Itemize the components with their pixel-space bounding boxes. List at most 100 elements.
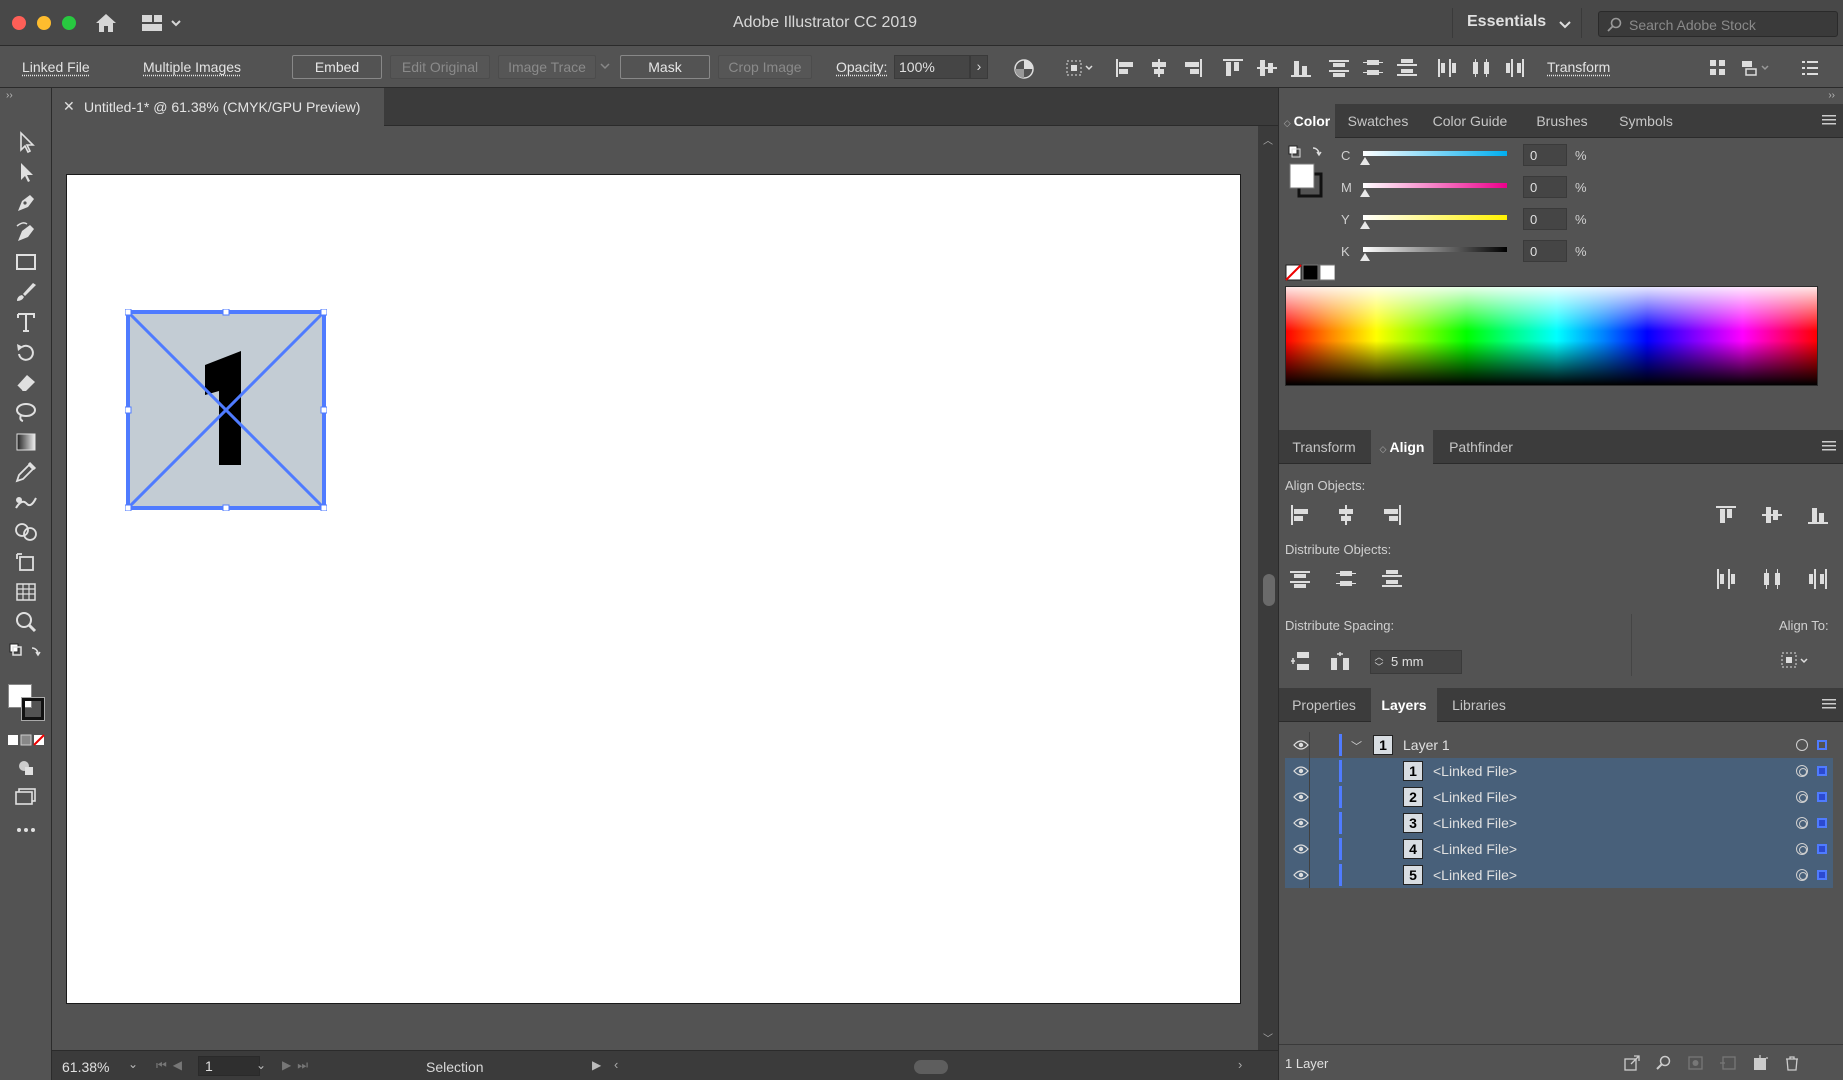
type-tool-icon[interactable] <box>13 310 39 334</box>
cyan-slider[interactable] <box>1363 151 1507 156</box>
magenta-slider[interactable] <box>1363 183 1507 188</box>
horizontal-scroll-thumb[interactable] <box>914 1060 948 1074</box>
transform-link[interactable]: Transform <box>1547 59 1610 75</box>
edit-toolbar-icon[interactable] <box>13 818 39 842</box>
item-selection-indicator[interactable] <box>1817 766 1827 776</box>
layer-row[interactable]: ﹀ 1 Layer 1 <box>1285 732 1833 758</box>
item-name[interactable]: <Linked File> <box>1433 815 1517 831</box>
rotate-tool-icon[interactable] <box>13 340 39 364</box>
vertical-distribute-center-icon[interactable] <box>1362 58 1384 78</box>
artboard-number-input[interactable] <box>198 1056 260 1076</box>
horizontal-distribute-right-icon[interactable] <box>1504 58 1526 78</box>
align-bottom-icon[interactable] <box>1807 504 1829 526</box>
item-target-icon[interactable] <box>1796 843 1808 855</box>
align-to-dropdown-icon[interactable] <box>1779 650 1813 672</box>
gradient-tool-icon[interactable] <box>13 430 39 454</box>
canvas[interactable]: 1 <box>52 126 1258 1050</box>
cyan-slider-thumb[interactable] <box>1360 157 1370 165</box>
multiple-images-link[interactable]: Multiple Images <box>143 59 241 75</box>
distribute-vertical-center-icon[interactable] <box>1335 568 1357 590</box>
yellow-slider-thumb[interactable] <box>1360 221 1370 229</box>
tab-color[interactable]: ◇ Color <box>1279 104 1335 138</box>
item-name[interactable]: <Linked File> <box>1433 841 1517 857</box>
layer-target-icon[interactable] <box>1796 739 1808 751</box>
sublayer-row[interactable]: 2 <Linked File> <box>1285 784 1833 810</box>
item-name[interactable]: <Linked File> <box>1433 789 1517 805</box>
image-trace-dropdown-icon[interactable] <box>599 62 611 72</box>
rectangle-tool-icon[interactable] <box>13 250 39 274</box>
magenta-slider-thumb[interactable] <box>1360 189 1370 197</box>
default-fill-stroke-icon[interactable] <box>8 640 44 664</box>
tab-transform[interactable]: Transform <box>1279 430 1369 464</box>
distribute-horizontal-center-icon[interactable] <box>1761 568 1783 590</box>
layer-selection-indicator[interactable] <box>1817 740 1827 750</box>
locate-object-icon[interactable] <box>1655 1055 1673 1071</box>
zoom-dropdown-icon[interactable]: ⌄ <box>128 1057 138 1071</box>
scroll-right-icon[interactable]: › <box>1238 1057 1242 1072</box>
visibility-eye-icon[interactable] <box>1293 843 1309 855</box>
artboard-tool-icon[interactable] <box>13 550 39 574</box>
visibility-eye-icon[interactable] <box>1293 791 1309 803</box>
item-selection-indicator[interactable] <box>1817 870 1827 880</box>
document-tab[interactable]: ✕ Untitled-1* @ 61.38% (CMYK/GPU Preview… <box>52 88 384 126</box>
sublayer-row[interactable]: 1 <Linked File> <box>1285 758 1833 784</box>
opacity-input[interactable] <box>894 55 970 79</box>
tab-align[interactable]: ◇ Align <box>1371 430 1433 464</box>
horizontal-distribute-left-icon[interactable] <box>1436 58 1458 78</box>
direct-selection-tool-icon[interactable] <box>13 160 39 184</box>
visibility-eye-icon[interactable] <box>1293 869 1309 881</box>
horizontal-align-center-icon[interactable] <box>1148 58 1170 78</box>
distribute-top-icon[interactable] <box>1289 568 1311 590</box>
horizontal-distribute-space-icon[interactable] <box>1329 650 1351 672</box>
panel-menu-icon[interactable] <box>1822 440 1836 452</box>
scroll-up-icon[interactable]: ︿ <box>1263 132 1273 147</box>
edit-original-button[interactable]: Edit Original <box>390 55 490 79</box>
artboard[interactable]: 1 <box>66 174 1241 1004</box>
tab-libraries[interactable]: Libraries <box>1439 688 1519 722</box>
close-document-icon[interactable]: ✕ <box>63 98 75 115</box>
artboard-dropdown-icon[interactable]: ⌄ <box>256 1058 266 1072</box>
export-assets-icon[interactable] <box>1623 1055 1641 1071</box>
visibility-eye-icon[interactable] <box>1293 765 1309 777</box>
vertical-distribute-bottom-icon[interactable] <box>1396 58 1418 78</box>
item-target-icon[interactable] <box>1796 869 1808 881</box>
panel-menu-icon[interactable] <box>1822 698 1836 710</box>
vertical-distribute-top-icon[interactable] <box>1328 58 1350 78</box>
tab-swatches[interactable]: Swatches <box>1337 104 1419 138</box>
opacity-label[interactable]: Opacity: <box>836 59 887 75</box>
color-spectrum[interactable] <box>1285 286 1818 386</box>
layer-expand-caret-icon[interactable]: ﹀ <box>1351 738 1362 754</box>
horizontal-distribute-center-icon[interactable] <box>1470 58 1492 78</box>
vertical-scrollbar[interactable]: ︿ ﹀ <box>1258 126 1278 1050</box>
scroll-left-icon[interactable]: ‹ <box>614 1057 618 1072</box>
vertical-align-bottom-icon[interactable] <box>1290 58 1312 78</box>
make-clipping-mask-icon[interactable] <box>1687 1055 1705 1071</box>
yellow-slider[interactable] <box>1363 215 1507 220</box>
vertical-scroll-thumb[interactable] <box>1263 574 1275 606</box>
crop-image-button[interactable]: Crop Image <box>718 55 812 79</box>
mask-button[interactable]: Mask <box>620 55 710 79</box>
create-sublayer-icon[interactable] <box>1719 1055 1737 1071</box>
sublayer-row[interactable]: 5 <Linked File> <box>1285 862 1833 888</box>
distribute-spacing-input[interactable]: ︿ ﹀ 5 mm <box>1370 650 1462 674</box>
item-selection-indicator[interactable] <box>1817 818 1827 828</box>
placed-linked-image[interactable]: 1 <box>125 309 327 511</box>
distribute-bottom-icon[interactable] <box>1381 568 1403 590</box>
horizontal-align-right-icon[interactable] <box>1182 58 1204 78</box>
item-name[interactable]: <Linked File> <box>1433 867 1517 883</box>
tab-properties[interactable]: Properties <box>1279 688 1369 722</box>
graph-tool-icon[interactable] <box>13 580 39 604</box>
status-menu-arrow-icon[interactable]: ▶ <box>592 1058 601 1072</box>
image-trace-button[interactable]: Image Trace <box>498 55 596 79</box>
item-target-icon[interactable] <box>1796 791 1808 803</box>
magenta-value-input[interactable] <box>1523 176 1567 198</box>
black-value-input[interactable] <box>1523 240 1567 262</box>
drawing-modes-icon[interactable] <box>13 756 39 780</box>
align-top-icon[interactable] <box>1715 504 1737 526</box>
cyan-value-input[interactable] <box>1523 144 1567 166</box>
align-horizontal-center-icon[interactable] <box>1335 504 1357 526</box>
eyedropper-tool-icon[interactable] <box>13 460 39 484</box>
align-to-selection-icon[interactable] <box>1064 58 1096 78</box>
sublayer-row[interactable]: 4 <Linked File> <box>1285 836 1833 862</box>
paintbrush-tool-icon[interactable] <box>13 280 39 304</box>
